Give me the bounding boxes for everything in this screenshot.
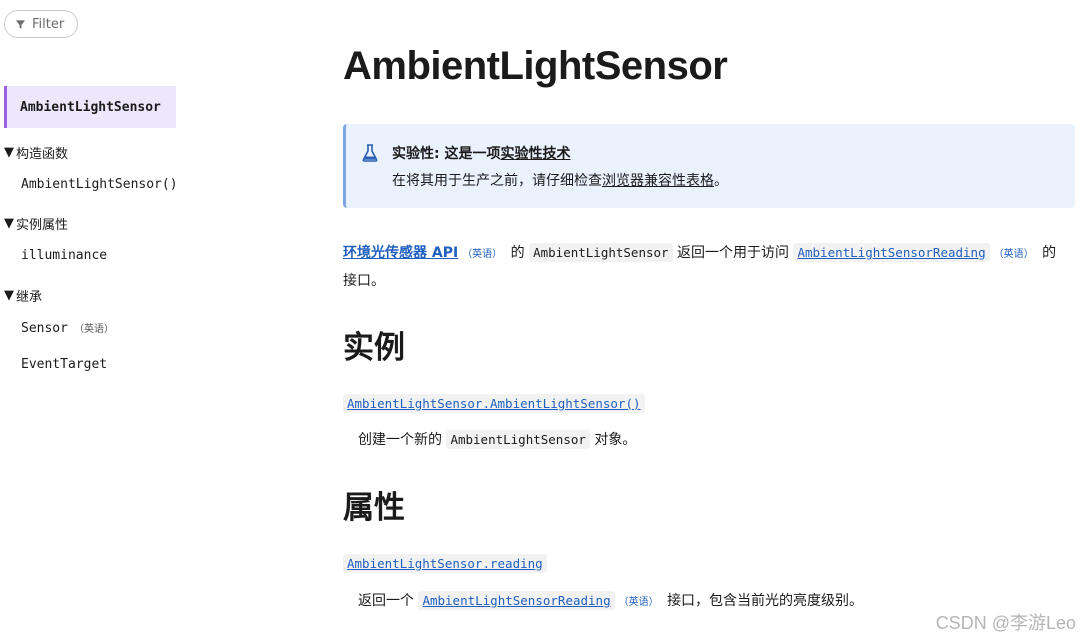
sidebar-item-constructor[interactable]: AmbientLightSensor() — [21, 177, 178, 192]
section-heading-properties: 属性 — [343, 490, 405, 526]
sidebar-group-label: 继承 — [16, 290, 43, 305]
flask-icon — [362, 144, 378, 162]
sidebar-item-active[interactable]: AmbientLightSensor — [4, 86, 176, 128]
sidebar: Filter AmbientLightSensor ▼ 构造函数 Ambient… — [0, 0, 300, 641]
notice-text-suffix: 。 — [714, 173, 728, 189]
sidebar-group-properties[interactable]: ▼ 实例属性 — [4, 214, 68, 233]
intro-text: 接口。 — [343, 273, 385, 289]
constructor-link[interactable]: AmbientLightSensor.AmbientLightSensor() — [343, 394, 645, 413]
experimental-link[interactable]: 实验性技术 — [500, 146, 570, 162]
notice-prefix: 实验性: 这是一项 — [392, 146, 501, 162]
notice-text: 在将其用于生产之前，请仔细检查浏览器兼容性表格。 — [392, 170, 728, 190]
desc-text: 接口，包含当前光的亮度级别。 — [667, 593, 864, 609]
sidebar-group-inheritance[interactable]: ▼ 继承 — [4, 286, 42, 305]
inline-code: AmbientLightSensor — [529, 243, 673, 262]
watermark: CSDN @李游Leo — [935, 613, 1076, 633]
english-tag: （英语） — [993, 249, 1034, 260]
intro-text: 返回一个用于访问 — [677, 245, 790, 261]
sidebar-item-label: Sensor — [21, 321, 68, 336]
inline-code: AmbientLightSensor — [446, 430, 590, 449]
intro-text: 的 — [510, 245, 525, 261]
triangle-down-icon: ▼ — [4, 145, 14, 160]
constructor-term: AmbientLightSensor.AmbientLightSensor() — [343, 394, 645, 413]
compat-table-link[interactable]: 浏览器兼容性表格 — [602, 173, 714, 189]
experimental-notice: 实验性: 这是一项实验性技术 在将其用于生产之前，请仔细检查浏览器兼容性表格。 — [343, 124, 1075, 208]
sidebar-group-label: 实例属性 — [16, 218, 69, 233]
sidebar-item-eventtarget[interactable]: EventTarget — [21, 357, 107, 372]
property-desc: 返回一个 AmbientLightSensorReading （英语） 接口，包含… — [358, 590, 863, 610]
triangle-down-icon: ▼ — [4, 288, 14, 303]
desc-text: 对象。 — [594, 432, 637, 448]
sidebar-group-label: 构造函数 — [16, 147, 69, 162]
reading-interface-link[interactable]: AmbientLightSensorReading — [418, 591, 615, 610]
english-tag: （英语） — [618, 597, 659, 608]
page-title: AmbientLightSensor — [343, 44, 728, 88]
english-tag: （英语） — [462, 249, 503, 260]
notice-text-prefix: 在将其用于生产之前，请仔细检查 — [392, 173, 602, 189]
property-term: AmbientLightSensor.reading — [343, 554, 547, 573]
api-link[interactable]: 环境光传感器 API — [343, 245, 458, 261]
filter-icon — [15, 19, 26, 29]
sidebar-group-constructor[interactable]: ▼ 构造函数 — [4, 143, 68, 162]
sidebar-item-sensor[interactable]: Sensor （英语） — [21, 320, 114, 336]
desc-text: 返回一个 — [358, 593, 414, 609]
reading-link[interactable]: AmbientLightSensorReading — [793, 243, 990, 262]
constructor-desc: 创建一个新的 AmbientLightSensor 对象。 — [358, 429, 636, 449]
sidebar-item-illuminance[interactable]: illuminance — [21, 248, 107, 263]
triangle-down-icon: ▼ — [4, 216, 14, 231]
notice-title: 实验性: 这是一项实验性技术 — [392, 143, 570, 163]
english-tag: （英语） — [73, 324, 114, 335]
intro-text: 的 — [1042, 245, 1057, 261]
filter-button[interactable]: Filter — [4, 10, 78, 38]
intro-paragraph: 环境光传感器 API （英语） 的 AmbientLightSensor 返回一个… — [343, 240, 1078, 294]
filter-label: Filter — [32, 16, 65, 32]
section-heading-constructor: 实例 — [343, 330, 405, 366]
desc-text: 创建一个新的 — [358, 432, 442, 448]
reading-property-link[interactable]: AmbientLightSensor.reading — [343, 554, 547, 573]
